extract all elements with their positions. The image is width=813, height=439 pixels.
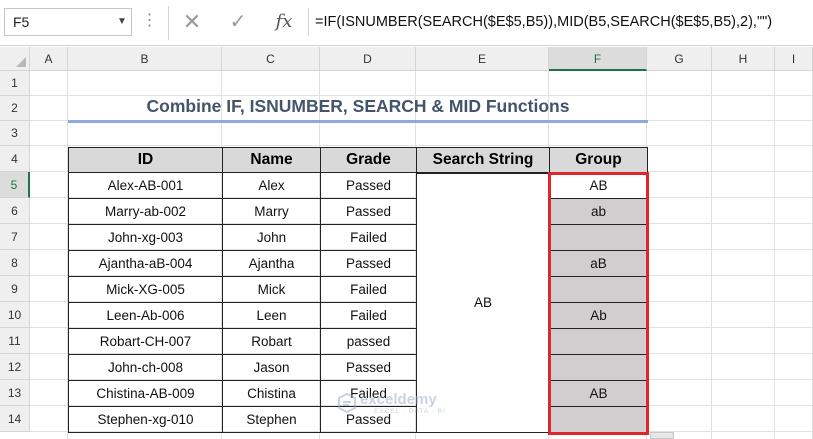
cell-id[interactable]: John-xg-003: [68, 224, 223, 251]
sheet-scroll-tab[interactable]: [650, 432, 674, 439]
column-header-h[interactable]: H: [712, 47, 775, 71]
cell-name[interactable]: Chistina: [222, 380, 321, 407]
cell-id[interactable]: Marry-ab-002: [68, 198, 223, 225]
title-underline: [68, 120, 648, 123]
cell-name[interactable]: Robart: [222, 328, 321, 355]
cell-grade[interactable]: Failed: [320, 224, 417, 251]
row-header-5[interactable]: 5: [0, 172, 30, 198]
row-header-6[interactable]: 6: [0, 198, 30, 224]
column-header-f[interactable]: F: [549, 47, 647, 71]
row-header-10[interactable]: 10: [0, 302, 30, 328]
formula-input[interactable]: =IF(ISNUMBER(SEARCH($E$5,B5)),MID(B5,SEA…: [308, 8, 813, 36]
cell-name[interactable]: Jason: [222, 354, 321, 381]
cell-grade[interactable]: Passed: [320, 198, 417, 225]
cell-grade[interactable]: Failed: [320, 276, 417, 303]
cell-grade[interactable]: passed: [320, 328, 417, 355]
column-header-i[interactable]: I: [775, 47, 813, 71]
select-all-triangle-icon: [16, 57, 26, 67]
exceldemy-logo-icon: [338, 393, 356, 413]
cell-grade[interactable]: Passed: [320, 354, 417, 381]
column-header-d[interactable]: D: [320, 47, 416, 71]
cell-id[interactable]: Ajantha-aB-004: [68, 250, 223, 277]
group-highlight-box: [548, 172, 649, 435]
row-header-14[interactable]: 14: [0, 406, 30, 432]
cell-name[interactable]: John: [222, 224, 321, 251]
gridline: [30, 145, 813, 146]
formula-bar-divider: [168, 6, 169, 40]
cell-grade[interactable]: Passed: [320, 250, 417, 277]
cell-name[interactable]: Stephen: [222, 406, 321, 433]
cell-id[interactable]: Alex-AB-001: [68, 172, 223, 199]
cell-grade[interactable]: Failed: [320, 302, 417, 329]
row-header-7[interactable]: 7: [0, 224, 30, 250]
cell-id[interactable]: Robart-CH-007: [68, 328, 223, 355]
watermark-name: exceldemy: [360, 391, 437, 408]
row-header-4[interactable]: 4: [0, 146, 30, 172]
row-header-12[interactable]: 12: [0, 354, 30, 380]
more-options-icon[interactable]: ⋮: [141, 8, 158, 36]
header-name[interactable]: Name: [222, 147, 321, 173]
header-search-string[interactable]: Search String: [416, 147, 550, 173]
cell-name[interactable]: Alex: [222, 172, 321, 199]
sheet-title: Combine IF, ISNUMBER, SEARCH & MID Funct…: [146, 96, 570, 116]
enter-check-icon[interactable]: ✓: [224, 8, 252, 36]
row-header-1[interactable]: 1: [0, 71, 30, 96]
cell-name[interactable]: Leen: [222, 302, 321, 329]
gridline: [711, 71, 712, 439]
cell-id[interactable]: Chistina-AB-009: [68, 380, 223, 407]
cell-id[interactable]: John-ch-008: [68, 354, 223, 381]
cell-grade[interactable]: Passed: [320, 172, 417, 199]
header-id[interactable]: ID: [68, 147, 223, 173]
row-header-2[interactable]: 2: [0, 96, 30, 121]
header-group[interactable]: Group: [549, 147, 648, 173]
row-header-3[interactable]: 3: [0, 121, 30, 146]
cell-id[interactable]: Stephen-xg-010: [68, 406, 223, 433]
cell-name[interactable]: Ajantha: [222, 250, 321, 277]
row-header-11[interactable]: 11: [0, 328, 30, 354]
exceldemy-watermark: exceldemy EXCEL · DATA · BI: [338, 391, 498, 417]
column-header-c[interactable]: C: [222, 47, 320, 71]
column-header-a[interactable]: A: [30, 47, 68, 71]
row-header-13[interactable]: 13: [0, 380, 30, 406]
cancel-icon[interactable]: ✕: [178, 8, 206, 36]
watermark-tagline: EXCEL · DATA · BI: [374, 408, 446, 415]
column-header-b[interactable]: B: [68, 47, 222, 71]
cell-name[interactable]: Mick: [222, 276, 321, 303]
cell-id[interactable]: Leen-Ab-006: [68, 302, 223, 329]
cell-id[interactable]: Mick-XG-005: [68, 276, 223, 303]
header-grade[interactable]: Grade: [320, 147, 417, 173]
row-header-8[interactable]: 8: [0, 250, 30, 276]
name-box[interactable]: F5: [4, 8, 132, 36]
column-header-g[interactable]: G: [647, 47, 712, 71]
insert-function-icon[interactable]: fx: [268, 8, 300, 36]
cell-name[interactable]: Marry: [222, 198, 321, 225]
gridline: [774, 71, 775, 439]
name-box-chevron-down-icon[interactable]: ▼: [114, 8, 130, 36]
column-header-e[interactable]: E: [416, 47, 549, 71]
row-header-9[interactable]: 9: [0, 276, 30, 302]
